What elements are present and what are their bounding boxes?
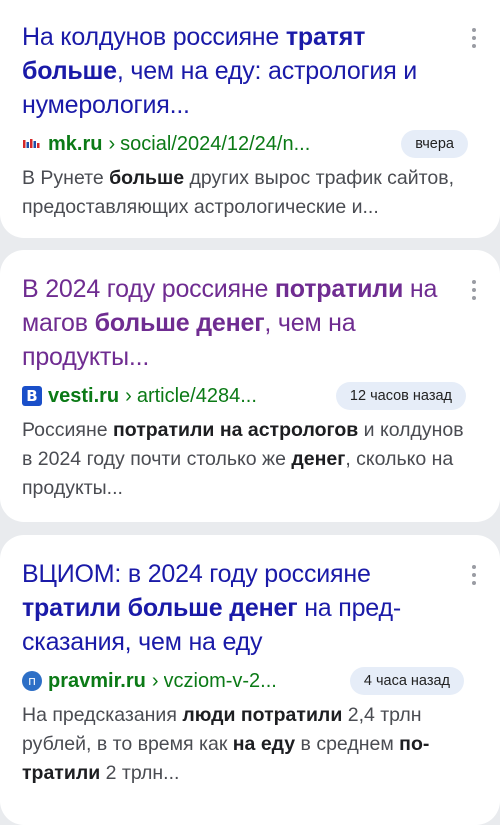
date-badge: вчера <box>401 130 468 158</box>
result-source-line: п pravmir.ru › vcziom-v-2... 4 часа наза… <box>22 665 478 697</box>
highlighted-text: на еду <box>232 733 296 755</box>
date-badge: 12 часов назад <box>335 382 466 410</box>
result-snippet: Россияне потратили на астрологов и колду… <box>22 416 478 503</box>
highlighted-text: тратили больше денег <box>22 594 298 622</box>
result-path-link[interactable]: vcziom-v-2... <box>164 670 277 693</box>
highlighted-text: люди потратили <box>182 704 343 726</box>
highlighted-text: денег <box>291 448 346 470</box>
search-result-card: ВЦИОМ: в 2024 году россияне тратили боль… <box>0 535 500 825</box>
breadcrumb-separator: › <box>125 384 132 407</box>
highlighted-text: потратили на астрологов <box>112 419 359 441</box>
text-segment: ВЦИОМ: в 2024 году россияне <box>22 560 371 588</box>
text-segment: 2 трлн... <box>100 762 180 784</box>
result-title-link[interactable]: ВЦИОМ: в 2024 году россияне тратили боль… <box>22 557 478 659</box>
highlighted-text: больше денег <box>94 309 265 337</box>
result-path-link[interactable]: article/4284... <box>137 385 257 408</box>
result-domain-link[interactable]: pravmir.ru <box>48 670 146 693</box>
more-options-icon[interactable] <box>464 276 484 304</box>
text-segment: На предсказания <box>22 704 183 726</box>
result-snippet: В Рунете больше других вырос трафик сай­… <box>22 164 478 222</box>
result-source-line: mk.ru › social/2024/12/24/n... вчера <box>22 128 478 160</box>
result-title-link[interactable]: В 2024 году россияне потратили на магов … <box>22 272 478 374</box>
highlighted-text: больше <box>109 167 185 189</box>
mk-logo-icon <box>22 137 42 151</box>
breadcrumb-separator: › <box>108 132 116 155</box>
search-result-card: В 2024 году россияне потратили на магов … <box>0 250 500 522</box>
search-result-card: На колдунов россияне тратят больше, чем … <box>0 0 500 238</box>
text-segment: На колдунов россияне <box>22 23 286 51</box>
pravmir-logo-icon: п <box>22 671 42 691</box>
result-domain-link[interactable]: vesti.ru <box>48 385 119 408</box>
result-snippet: На предсказания люди потратили 2,4 трлн … <box>22 701 478 788</box>
breadcrumb-separator: › <box>151 669 159 692</box>
result-path-link[interactable]: social/2024/12/24/n... <box>120 133 310 156</box>
more-options-icon[interactable] <box>464 24 484 52</box>
text-segment: В 2024 году россияне <box>22 275 275 303</box>
date-badge: 4 часа назад <box>349 667 464 695</box>
result-source-line: B vesti.ru › article/4284... 12 часов на… <box>22 380 478 412</box>
result-title-link[interactable]: На колдунов россияне тратят больше, чем … <box>22 20 478 122</box>
result-domain-link[interactable]: mk.ru <box>48 133 102 156</box>
highlighted-text: потратили <box>274 275 404 303</box>
more-options-icon[interactable] <box>464 561 484 589</box>
text-segment: В Рунете <box>22 167 110 189</box>
text-segment: Россияне <box>22 419 113 441</box>
vesti-logo-icon: B <box>22 386 42 406</box>
text-segment: в среднем <box>295 733 400 755</box>
